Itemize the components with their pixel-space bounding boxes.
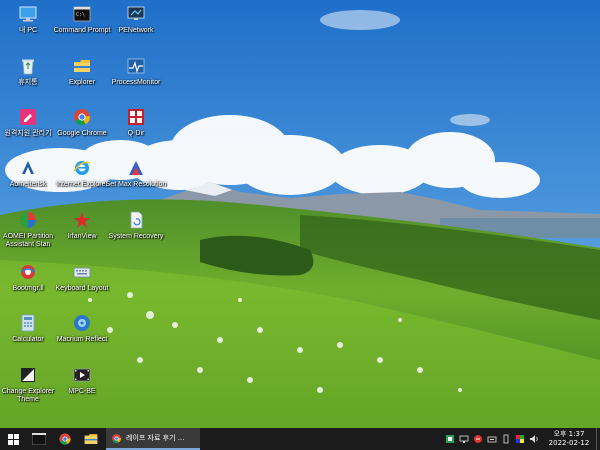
- remote-support-icon: [18, 107, 38, 127]
- macrium-icon: [72, 313, 92, 333]
- desktop-icon-process-monitor[interactable]: ProcessMonitor: [108, 56, 164, 87]
- clock-time: 오후 1:37: [553, 430, 585, 438]
- partition-icon: [18, 210, 38, 230]
- taskbar-clock[interactable]: 오후 1:37 2022-02-12: [544, 430, 594, 448]
- monitor-icon: [18, 4, 38, 24]
- desktop-icon-macrium-reflect[interactable]: Macrium Reflect: [54, 313, 110, 344]
- clock-date: 2022-02-12: [548, 439, 590, 447]
- desktop-icon-command-prompt[interactable]: C:\ Command Prompt: [54, 4, 110, 35]
- aomei-icon: [18, 158, 38, 178]
- windows-logo-icon: [7, 433, 19, 445]
- desktop-icon-mpc-be[interactable]: MPC-BE: [54, 365, 110, 396]
- desktop-icon-label: Q-Dir: [127, 130, 145, 137]
- chrome-icon: [112, 433, 121, 443]
- desktop-icon-q-dir[interactable]: Q-Dir: [108, 107, 164, 138]
- desktop-icon-label: System Recovery: [108, 233, 164, 240]
- desktop-icon-partition-assistant[interactable]: AOMEI Partition Assistant Stan: [0, 210, 56, 249]
- desktop-icon-bootmgr[interactable]: Bootmgr.ll: [0, 262, 56, 293]
- desktop-icon-system-recovery[interactable]: System Recovery: [108, 210, 164, 241]
- show-desktop-button[interactable]: [596, 428, 600, 450]
- network-tray-icon[interactable]: [458, 433, 470, 445]
- desktop-icon-label: ProcessMonitor: [111, 79, 161, 86]
- folder-icon: [72, 56, 92, 76]
- folder-icon: [84, 434, 98, 444]
- boot-icon: [18, 262, 38, 282]
- calculator-icon: [18, 313, 38, 333]
- desktop-icon-penetwork[interactable]: PENetwork: [108, 4, 164, 35]
- desktop-icon-label: Set Max Resolution: [105, 181, 167, 188]
- desktop-icon-irfanview[interactable]: IrfanView: [54, 210, 110, 241]
- start-button[interactable]: [0, 428, 26, 450]
- keyboard-icon: [72, 262, 92, 282]
- recycle-bin-icon: [18, 56, 38, 76]
- taskbar-chrome-button[interactable]: [52, 428, 78, 450]
- svg-text:C:\: C:\: [76, 12, 85, 18]
- tray-app-icon[interactable]: [444, 433, 456, 445]
- terminal-icon: C:\: [72, 4, 92, 24]
- qdir-icon: [126, 107, 146, 127]
- desktop-icon-label: MPC-BE: [68, 388, 96, 395]
- usb-tray-icon[interactable]: [500, 433, 512, 445]
- resolution-icon: [126, 158, 146, 178]
- desktop-icon-recycle-bin[interactable]: 휴지통: [0, 56, 56, 87]
- tray-tool-icon[interactable]: [472, 433, 484, 445]
- taskbar-window-title: 레이프 자료 후기 ...: [126, 434, 185, 442]
- desktop-icon-google-chrome[interactable]: Google Chrome: [54, 107, 110, 138]
- network-icon: [126, 4, 146, 24]
- desktop-icon-label: Keyboard Layout: [55, 285, 109, 292]
- color-tray-icon[interactable]: [514, 433, 526, 445]
- desktop-icon-explorer[interactable]: Explorer: [54, 56, 110, 87]
- keyboard-tray-icon[interactable]: [486, 433, 498, 445]
- desktop-icon-calculator[interactable]: Calculator: [0, 313, 56, 344]
- irfanview-icon: [72, 210, 92, 230]
- desktop-icon-remote-support[interactable]: 원격지원 관리기: [0, 107, 56, 138]
- mpc-icon: [72, 365, 92, 385]
- chrome-icon: [72, 107, 92, 127]
- taskbar-chrome-window[interactable]: 레이프 자료 후기 ...: [106, 428, 200, 450]
- terminal-icon: [32, 433, 46, 445]
- desktop-icon-label: Macrium Reflect: [56, 336, 108, 343]
- process-monitor-icon: [126, 56, 146, 76]
- desktop-icon-keyboard-layout[interactable]: Keyboard Layout: [54, 262, 110, 293]
- chrome-icon: [59, 433, 71, 445]
- system-tray: 오후 1:37 2022-02-12: [444, 428, 600, 450]
- taskbar-explorer-button[interactable]: [78, 428, 104, 450]
- ie-icon: [72, 158, 92, 178]
- taskbar: 레이프 자료 후기 ... 오후 1:37 2022-02-12: [0, 428, 600, 450]
- speaker-icon[interactable]: [528, 433, 540, 445]
- desktop-icon-internet-explorer[interactable]: Internet Explorer: [54, 158, 110, 189]
- desktop-icon-aomei[interactable]: Aomeiterisk: [0, 158, 56, 189]
- desktop-icon-label: PENetwork: [118, 27, 154, 34]
- desktop-icon-change-explorer-theme[interactable]: Change Explorer Theme: [0, 365, 56, 404]
- theme-icon: [18, 365, 38, 385]
- recovery-icon: [126, 210, 146, 230]
- desktop-icon-set-max-resolution[interactable]: Set Max Resolution: [106, 158, 166, 189]
- desktop-icon-my-pc[interactable]: 내 PC: [0, 4, 56, 35]
- taskbar-command-prompt-button[interactable]: [26, 428, 52, 450]
